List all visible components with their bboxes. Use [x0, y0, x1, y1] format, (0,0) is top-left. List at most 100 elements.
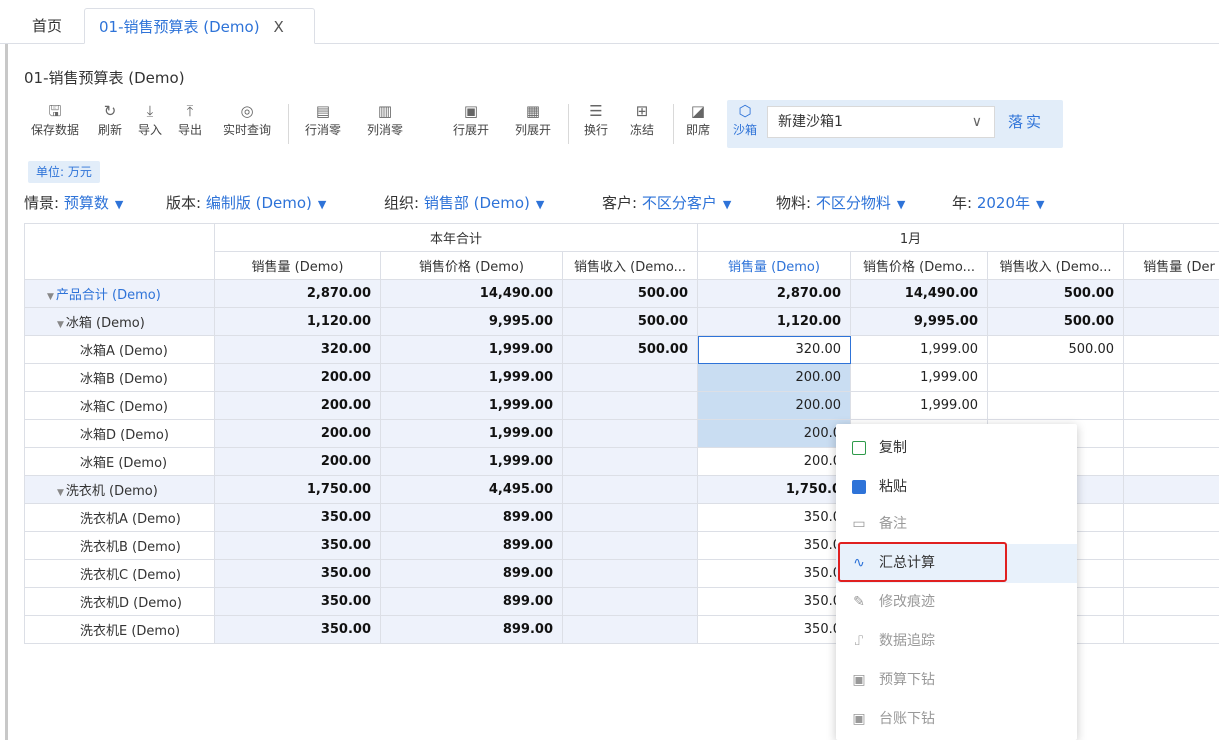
- table-cell[interactable]: 4,495.00: [380, 475, 563, 504]
- table-cell[interactable]: 899.00: [380, 531, 563, 560]
- table-cell[interactable]: [1123, 363, 1219, 392]
- table-cell[interactable]: [986, 363, 1125, 392]
- row-header[interactable]: ▼ 产品合计 (Demo): [24, 279, 215, 308]
- column-header[interactable]: 销售收入 (Demo...: [986, 251, 1125, 280]
- column-header[interactable]: 销售价格 (Demo): [380, 251, 563, 280]
- table-cell[interactable]: [562, 559, 698, 588]
- close-icon[interactable]: X: [274, 18, 284, 36]
- table-cell[interactable]: 350.0: [697, 503, 851, 532]
- table-cell[interactable]: [562, 391, 698, 420]
- instant-button[interactable]: ◪ 即席: [682, 100, 714, 148]
- table-cell[interactable]: 899.00: [380, 503, 563, 532]
- column-header[interactable]: 销售价格 (Demo...: [850, 251, 988, 280]
- column-header[interactable]: 销售量 (Demo): [214, 251, 381, 280]
- table-cell[interactable]: 350.00: [214, 559, 381, 588]
- import-button[interactable]: ⤓ 导入: [134, 100, 166, 148]
- save-button[interactable]: 🖫 保存数据: [24, 100, 86, 148]
- table-cell[interactable]: [562, 503, 698, 532]
- table-cell[interactable]: [562, 531, 698, 560]
- expand-toggle-icon[interactable]: ▼: [57, 320, 64, 330]
- table-cell[interactable]: 350.0: [697, 531, 851, 560]
- table-cell[interactable]: 1,999.00: [850, 335, 988, 364]
- menu-item-note[interactable]: ▭ 备注: [836, 505, 1077, 544]
- col-zero-button[interactable]: ▥ 列消零: [362, 100, 408, 148]
- table-cell[interactable]: 350.00: [214, 615, 381, 644]
- table-cell[interactable]: 1,120.00: [214, 307, 381, 336]
- table-cell[interactable]: 899.00: [380, 587, 563, 616]
- table-cell[interactable]: 200.0: [697, 447, 851, 476]
- table-cell[interactable]: 1,999.00: [850, 391, 988, 420]
- table-cell[interactable]: 200.00: [214, 363, 381, 392]
- row-header[interactable]: 冰箱C (Demo): [24, 391, 215, 420]
- table-cell[interactable]: 899.00: [380, 559, 563, 588]
- table-cell[interactable]: [562, 363, 698, 392]
- table-cell[interactable]: 350.0: [697, 559, 851, 588]
- table-cell[interactable]: 200.00: [214, 391, 381, 420]
- table-cell[interactable]: 500.00: [986, 307, 1125, 336]
- filter-scenario[interactable]: 情景: 预算数 ▼: [24, 190, 123, 218]
- sandbox-button[interactable]: ⬡ 沙箱: [729, 100, 761, 148]
- table-cell[interactable]: [986, 391, 1125, 420]
- table-cell[interactable]: 350.00: [214, 531, 381, 560]
- commit-button[interactable]: 落实: [1008, 106, 1044, 138]
- table-cell[interactable]: [562, 419, 698, 448]
- column-header[interactable]: 销售收入 (Demo...: [562, 251, 698, 280]
- freeze-button[interactable]: ⊞ 冻结: [626, 100, 658, 148]
- table-cell[interactable]: 1,999.00: [850, 363, 988, 392]
- menu-item-budget-drill[interactable]: ▣ 预算下钻: [836, 661, 1077, 700]
- row-header[interactable]: 洗衣机E (Demo): [24, 615, 215, 644]
- refresh-button[interactable]: ↻ 刷新: [94, 100, 126, 148]
- filter-version[interactable]: 版本: 编制版 (Demo) ▼: [166, 190, 326, 218]
- table-cell[interactable]: 500.00: [986, 335, 1125, 364]
- table-cell[interactable]: 200.00: [697, 391, 851, 420]
- table-cell[interactable]: [1123, 503, 1219, 532]
- table-cell[interactable]: 2,870.00: [697, 279, 851, 308]
- table-cell[interactable]: 1,750.00: [214, 475, 381, 504]
- table-cell[interactable]: 500.00: [562, 279, 698, 308]
- table-cell[interactable]: 350.0: [697, 615, 851, 644]
- row-header[interactable]: 洗衣机D (Demo): [24, 587, 215, 616]
- tab-home[interactable]: 首页: [18, 8, 76, 44]
- table-cell[interactable]: 320.00: [697, 335, 851, 364]
- column-header[interactable]: 销售量 (Der: [1123, 251, 1219, 280]
- table-cell[interactable]: [1123, 391, 1219, 420]
- expand-toggle-icon[interactable]: ▼: [47, 292, 54, 302]
- col-expand-button[interactable]: ▦ 列展开: [510, 100, 556, 148]
- table-cell[interactable]: [562, 475, 698, 504]
- filter-year[interactable]: 年: 2020年 ▼: [952, 190, 1045, 218]
- row-header[interactable]: 洗衣机C (Demo): [24, 559, 215, 588]
- table-cell[interactable]: 9,995.00: [850, 307, 988, 336]
- table-cell[interactable]: 14,490.00: [850, 279, 988, 308]
- filter-customer[interactable]: 客户: 不区分客户 ▼: [602, 190, 731, 218]
- table-cell[interactable]: 350.00: [214, 503, 381, 532]
- wrap-button[interactable]: ☰ 换行: [580, 100, 612, 148]
- table-cell[interactable]: 1,999.00: [380, 363, 563, 392]
- table-cell[interactable]: 1,999.00: [380, 447, 563, 476]
- row-header[interactable]: 冰箱A (Demo): [24, 335, 215, 364]
- menu-item-edit-trace[interactable]: ✎ 修改痕迹: [836, 583, 1077, 622]
- table-cell[interactable]: 1,120.00: [697, 307, 851, 336]
- table-cell[interactable]: [562, 615, 698, 644]
- table-cell[interactable]: [1123, 335, 1219, 364]
- row-header[interactable]: 洗衣机A (Demo): [24, 503, 215, 532]
- table-cell[interactable]: [1123, 419, 1219, 448]
- column-header[interactable]: 销售量 (Demo): [697, 251, 851, 280]
- row-expand-button[interactable]: ▣ 行展开: [448, 100, 494, 148]
- menu-item-ledger-drill[interactable]: ▣ 台账下钻: [836, 700, 1077, 739]
- table-cell[interactable]: 200.0: [697, 419, 851, 448]
- row-header[interactable]: ▼ 洗衣机 (Demo): [24, 475, 215, 504]
- table-cell[interactable]: 350.00: [214, 587, 381, 616]
- table-cell[interactable]: 500.00: [562, 335, 698, 364]
- tab-sales-budget[interactable]: 01-销售预算表 (Demo) X: [84, 8, 315, 44]
- expand-toggle-icon[interactable]: ▼: [57, 488, 64, 498]
- table-cell[interactable]: 200.00: [214, 447, 381, 476]
- table-cell[interactable]: 2,870.00: [214, 279, 381, 308]
- menu-item-paste[interactable]: 粘贴: [836, 468, 1077, 507]
- table-cell[interactable]: [1123, 447, 1219, 476]
- table-cell[interactable]: [1123, 587, 1219, 616]
- row-header[interactable]: 冰箱B (Demo): [24, 363, 215, 392]
- table-cell[interactable]: 1,999.00: [380, 335, 563, 364]
- table-cell[interactable]: [1123, 279, 1219, 308]
- sandbox-select[interactable]: 新建沙箱1 ∨: [767, 106, 995, 138]
- table-cell[interactable]: 500.00: [562, 307, 698, 336]
